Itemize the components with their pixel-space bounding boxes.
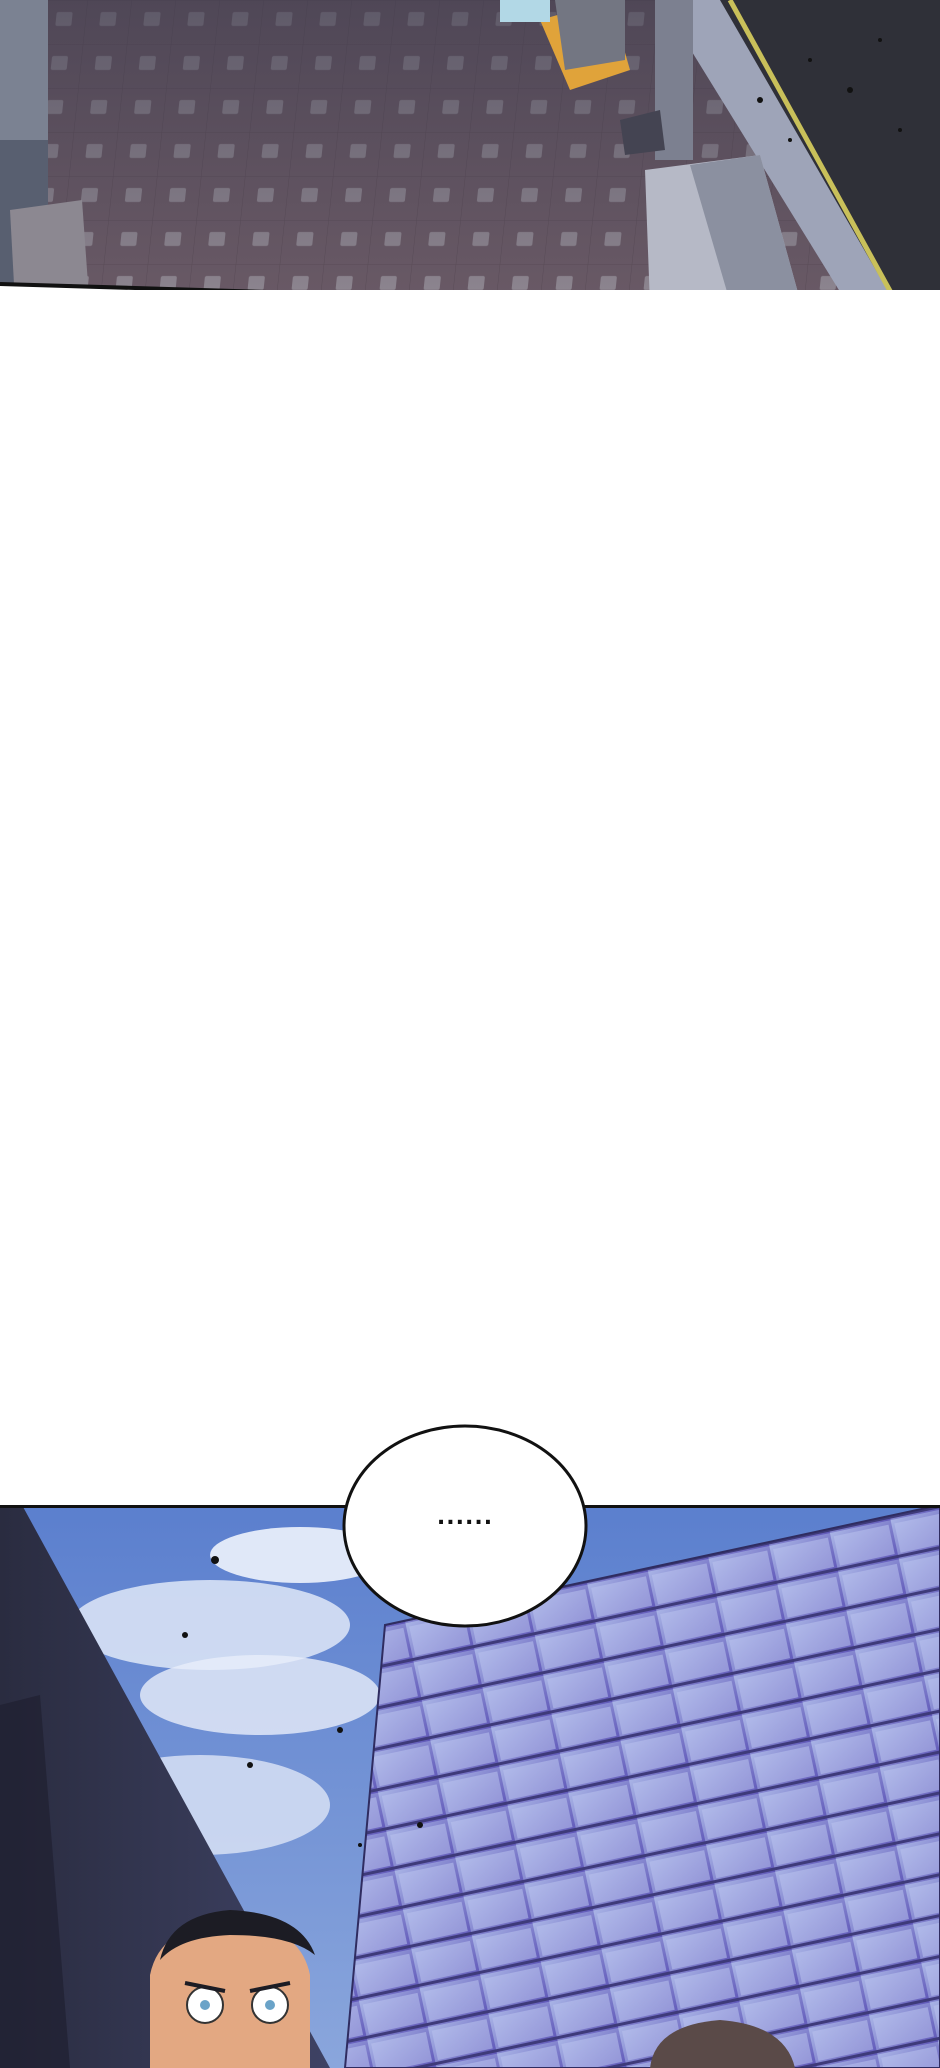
top-panel-plaza-image [0, 0, 940, 314]
white-gutter [0, 290, 940, 1510]
webtoon-page: ...... [0, 0, 940, 2068]
speech-bubble-text: ...... [436, 1505, 494, 1530]
